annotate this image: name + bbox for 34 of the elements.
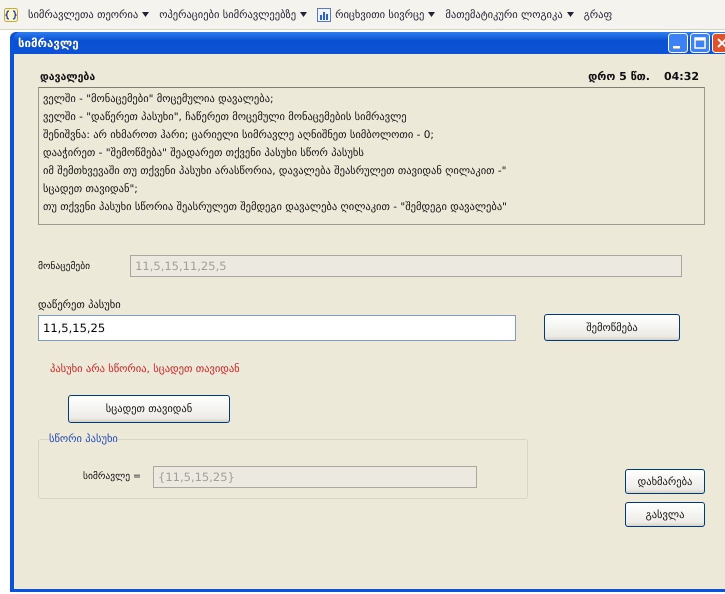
- minimize-button[interactable]: [668, 33, 688, 53]
- instruction-line: იმ შემთხვევაში თუ თქვენი პასუხი არასწორია, დავალება შეასრულეთ თავიდან ღილაკით -": [43, 164, 508, 179]
- maximize-button[interactable]: [690, 33, 710, 53]
- instruction-line: ველში - "დაწერეთ პასუხი", ჩაწერეთ მოცემული მონაცემების სიმრავლე: [43, 110, 408, 125]
- instruction-line: თუ თქვენი პასუხი სწორია შეასრულეთ შემდეგი დავალება ღილაკით - "შემდეგი დავალება": [43, 200, 508, 215]
- toolbar-menu[interactable]: ოპერაციები სიმრავლეებზე: [159, 8, 308, 20]
- instruction-line: შენიშვნა: არ იხმაროთ ჰარი; ცარიელი სიმრავლე აღნიშნეთ სიმბოლოთი - 0;: [43, 128, 435, 143]
- dropdown-arrow-icon: [300, 12, 308, 17]
- dialog-button[interactable]: დახმარება: [625, 469, 705, 494]
- time-label: დრო 5 წთ.: [588, 70, 650, 83]
- group-title: სწორი პასუხი: [49, 433, 118, 445]
- window-title: სიმრავლე: [18, 36, 79, 50]
- dropdown-arrow-icon: [428, 12, 436, 17]
- bar-chart-icon: [317, 8, 332, 22]
- field-label: მონაცემები: [38, 260, 90, 272]
- field-label: დაწერეთ პასუხი: [38, 299, 122, 311]
- instruction-line: ველში - "მონაცემები" მოცემულია დავალება;: [43, 92, 275, 107]
- error-message: პასუხი არა სწორია, სცადეთ თავიდან: [50, 363, 241, 375]
- toolbar-menu[interactable]: მათემატიკური ლოგიკა: [445, 8, 574, 20]
- toolbar-menu[interactable]: რიცხვითი სივრცე: [317, 8, 436, 22]
- toolbar-menu[interactable]: გრაფ: [584, 8, 612, 20]
- field-label: სიმრავლე =: [83, 471, 142, 482]
- answer-field[interactable]: 11,5,15,25: [38, 314, 516, 340]
- dropdown-arrow-icon: [566, 12, 574, 17]
- toolbar-menu[interactable]: სიმრავლეთა თეორია: [28, 8, 150, 20]
- instruction-line: დააჭირეთ - "შემოწმება" შეადარეთ თქვენი პასუხი სწორ პასუხს: [43, 146, 365, 161]
- dialog-button[interactable]: გასვლა: [625, 502, 705, 527]
- task-label: დავალება: [40, 71, 96, 83]
- timer: 04:32: [664, 70, 699, 83]
- check-button[interactable]: შემოწმება: [544, 314, 680, 341]
- retry-button[interactable]: სცადეთ თავიდან: [68, 395, 230, 423]
- braces-icon: [4, 8, 18, 22]
- dropdown-arrow-icon: [142, 12, 150, 17]
- instruction-line: სცადეთ თავიდან";: [43, 182, 139, 197]
